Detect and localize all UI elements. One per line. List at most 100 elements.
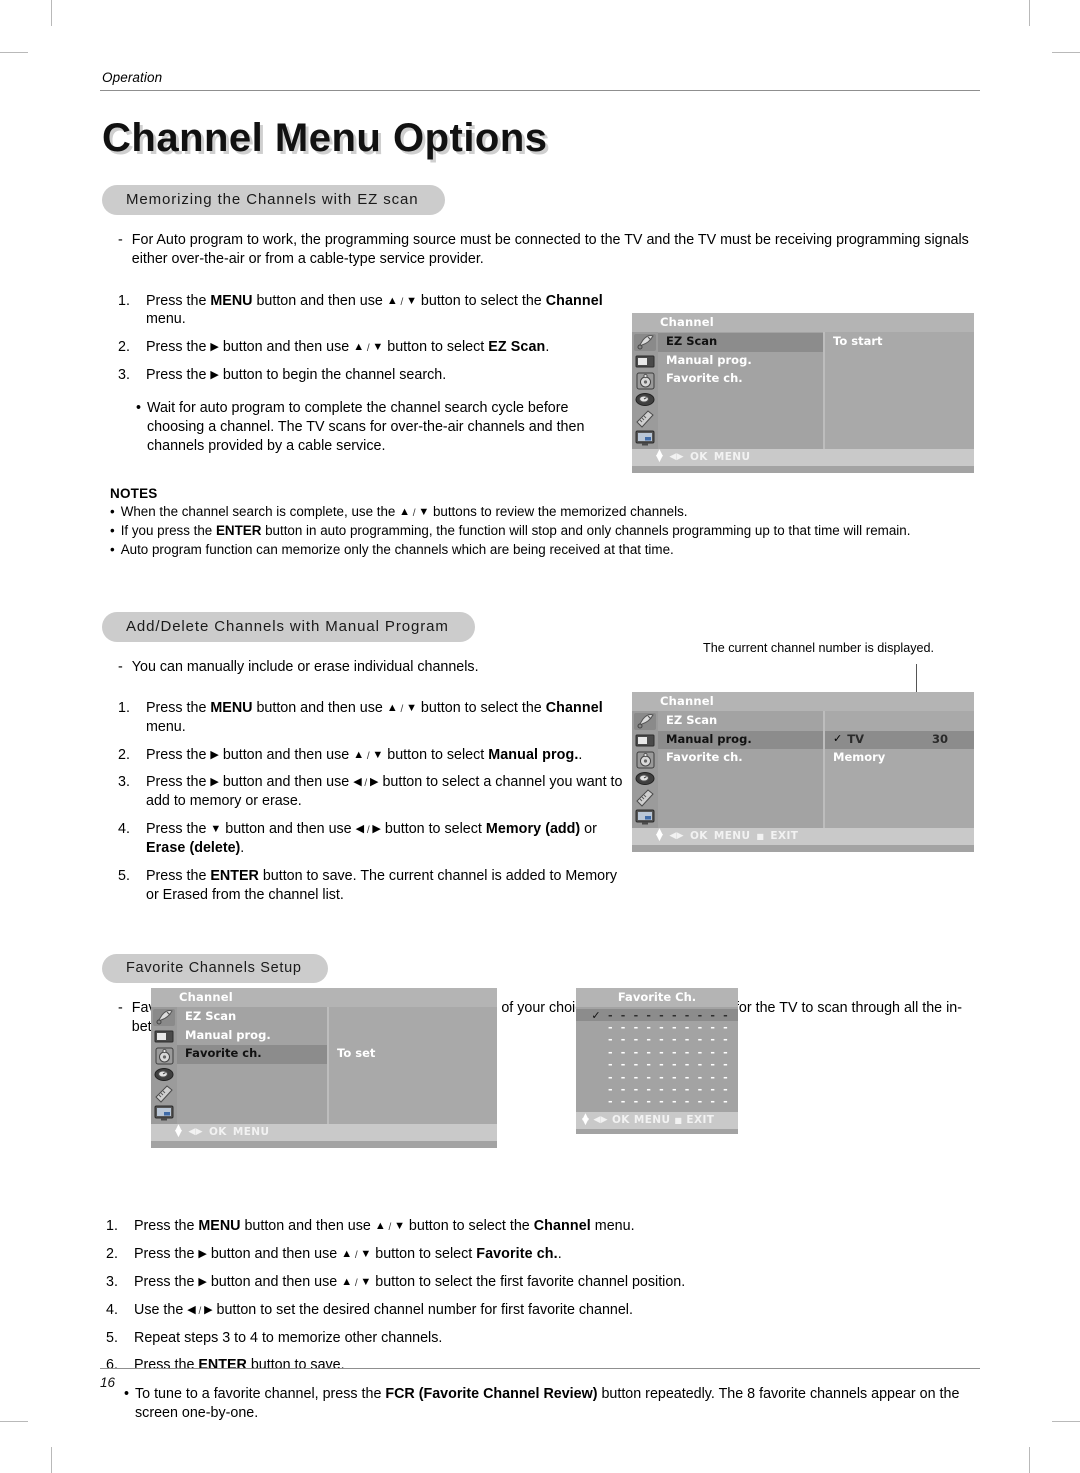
audio-disc-icon[interactable] (634, 751, 656, 769)
picture-screen-icon[interactable] (634, 353, 656, 370)
step-number: 2. (118, 746, 130, 763)
favorite-steps-list: 1. Press the MENU button and then use ▲ … (106, 1217, 976, 1375)
up-down-arrows-icon: ▲ ▼ (656, 448, 664, 464)
page-number: 16 (100, 1375, 116, 1390)
osd-navbar: ▲ ▼ ◀▶ OK MENU ■ EXIT (576, 1112, 738, 1130)
osd-nav-ok[interactable]: OK (612, 1114, 630, 1126)
pc-monitor-icon[interactable] (153, 1105, 175, 1122)
osd-screenshot-favorite-ch: Channel EZ Scan Manual prog. Favorite ch… (151, 988, 497, 1148)
satellite-dish-icon[interactable] (153, 1009, 175, 1026)
satellite-dish-icon[interactable] (634, 334, 656, 351)
picture-screen-icon[interactable] (153, 1028, 175, 1045)
osd-menu-item-ez-scan[interactable]: EZ Scan (658, 712, 823, 731)
list-item: 2. Press the ▶ button and then use ▲ / ▼… (118, 746, 630, 765)
left-right-arrows-icon: ◀▶ (593, 1115, 608, 1126)
stop-square-icon: ■ (756, 831, 765, 841)
osd-navbar: ▲ ▼ ◀▶ OK MENU ■ EXIT (632, 828, 974, 845)
favorite-row-5[interactable]: - - - - - - - - - - (576, 1059, 738, 1071)
osd-nav-ok[interactable]: OK (690, 830, 708, 842)
osd-nav-menu[interactable]: MENU (634, 1114, 671, 1126)
osd-menu-item-ez-scan[interactable]: EZ Scan (658, 333, 823, 352)
osd-menu-item-manual-prog[interactable]: Manual prog. (658, 730, 823, 750)
favorite-row-2[interactable]: - - - - - - - - - - (576, 1021, 738, 1033)
bullet-marker: • (124, 1386, 130, 1403)
step-number: 6. (106, 1357, 118, 1374)
remote-control-icon[interactable] (153, 1085, 175, 1103)
ez-steps-list: 1. Press the MENU button and then use ▲ … (118, 292, 638, 385)
note-text: Auto program function can memorize only … (120, 541, 674, 557)
bullet-text: Wait for auto program to complete the ch… (147, 400, 585, 455)
favorite-row-6[interactable]: - - - - - - - - - - (576, 1071, 738, 1083)
bullet-marker: • (110, 504, 115, 520)
list-item: • When the channel search is complete, u… (110, 503, 980, 521)
step-number: 1. (118, 699, 130, 716)
favorite-row-7[interactable]: - - - - - - - - - - (576, 1083, 738, 1095)
step-text: Press the MENU button and then use ▲ / ▼… (134, 1218, 635, 1235)
stop-square-icon: ■ (674, 1115, 683, 1125)
osd-detail-to-start: To start (833, 334, 883, 348)
clock-timer-icon[interactable] (153, 1067, 175, 1084)
favorite-row-8[interactable]: - - - - - - - - - - (576, 1096, 738, 1108)
osd-detail-column: To start (823, 332, 974, 449)
list-item: 2. Press the ▶ button and then use ▲ / ▼… (106, 1245, 976, 1264)
osd-menu-item-favorite-ch[interactable]: Favorite ch. (177, 1045, 327, 1064)
remote-control-icon[interactable] (634, 410, 656, 428)
step-text: Use the ◀ / ▶ button to set the desired … (134, 1301, 633, 1318)
bullet-text: To tune to a favorite channel, press the… (135, 1386, 960, 1422)
favorite-row-3[interactable]: - - - - - - - - - - (576, 1034, 738, 1046)
step-number: 2. (106, 1246, 118, 1262)
dash-marker: - (118, 658, 123, 675)
note-text: When the channel search is complete, use… (120, 504, 688, 520)
osd-nav-menu[interactable]: MENU (714, 451, 751, 463)
osd-nav-exit[interactable]: EXIT (686, 1114, 714, 1126)
osd-menu-item-favorite-ch[interactable]: Favorite ch. (658, 370, 823, 389)
dash-marker: - (118, 999, 123, 1016)
left-right-arrows-icon: ◀▶ (188, 1127, 203, 1137)
step-number: 3. (118, 774, 130, 791)
osd-navbar: ▲ ▼ ◀▶ OK MENU (632, 449, 974, 466)
manual-steps-list: 1. Press the MENU button and then use ▲ … (118, 699, 630, 905)
osd-detail-tv-channel[interactable]: ✓ TV 30 (825, 730, 974, 750)
list-item: 5. Repeat steps 3 to 4 to memorize other… (106, 1329, 976, 1348)
step-number: 4. (106, 1301, 118, 1318)
osd-screenshot-ez-scan: Channel EZ Scan Manual prog. Favorite ch… (632, 313, 974, 473)
osd-nav-ok[interactable]: OK (690, 451, 708, 463)
section-heading-manual-program: Add/Delete Channels with Manual Program (102, 611, 475, 642)
check-icon: ✓ (591, 1008, 601, 1022)
osd-menu-item-favorite-ch[interactable]: Favorite ch. (658, 749, 823, 768)
list-item: 6. Press the ENTER button to save. (106, 1356, 976, 1375)
step-text: Press the MENU button and then use ▲ / ▼… (146, 292, 603, 328)
osd-nav-menu[interactable]: MENU (233, 1126, 270, 1138)
audio-disc-icon[interactable] (634, 372, 656, 390)
favorite-row-value: - - - - - - - - - - (608, 1033, 730, 1047)
favorite-row-4[interactable]: - - - - - - - - - - (576, 1046, 738, 1058)
favorite-rows: ✓ - - - - - - - - - - - - - - - - - - - … (576, 1007, 738, 1108)
list-item: • Auto program function can memorize onl… (110, 541, 980, 559)
favorite-row-1[interactable]: ✓ - - - - - - - - - - (576, 1008, 738, 1022)
osd-nav-ok[interactable]: OK (209, 1126, 227, 1138)
picture-screen-icon[interactable] (634, 732, 656, 749)
crop-mark-top-right-v (1029, 0, 1030, 26)
pc-monitor-icon[interactable] (634, 809, 656, 826)
osd-menu-item-manual-prog[interactable]: Manual prog. (177, 1027, 327, 1046)
step-number: 5. (106, 1329, 118, 1346)
osd-menu-column: EZ Scan Manual prog. Favorite ch. (177, 1007, 327, 1124)
list-item: • To tune to a favorite channel, press t… (124, 1385, 980, 1423)
audio-disc-icon[interactable] (153, 1047, 175, 1065)
osd-nav-menu[interactable]: MENU (714, 830, 751, 842)
remote-control-icon[interactable] (634, 789, 656, 807)
osd-nav-exit[interactable]: EXIT (770, 830, 798, 842)
osd-menu-item-manual-prog[interactable]: Manual prog. (658, 352, 823, 371)
osd-title: Channel (151, 988, 497, 1007)
crop-mark-top-right-h (1052, 52, 1080, 53)
list-item: • If you press the ENTER button in auto … (110, 522, 980, 540)
clock-timer-icon[interactable] (634, 392, 656, 409)
clock-timer-icon[interactable] (634, 771, 656, 788)
satellite-dish-icon[interactable] (634, 713, 656, 730)
osd-menu-item-ez-scan[interactable]: EZ Scan (177, 1008, 327, 1027)
step-text: Press the ENTER button to save. The curr… (146, 867, 617, 903)
osd-screenshot-favorite-ch-list: Favorite Ch. ✓ - - - - - - - - - - - - -… (576, 988, 738, 1134)
pc-monitor-icon[interactable] (634, 430, 656, 447)
osd-detail-memory[interactable]: Memory (825, 749, 974, 768)
step-text: Press the ▶ button and then use ▲ / ▼ bu… (134, 1246, 562, 1262)
